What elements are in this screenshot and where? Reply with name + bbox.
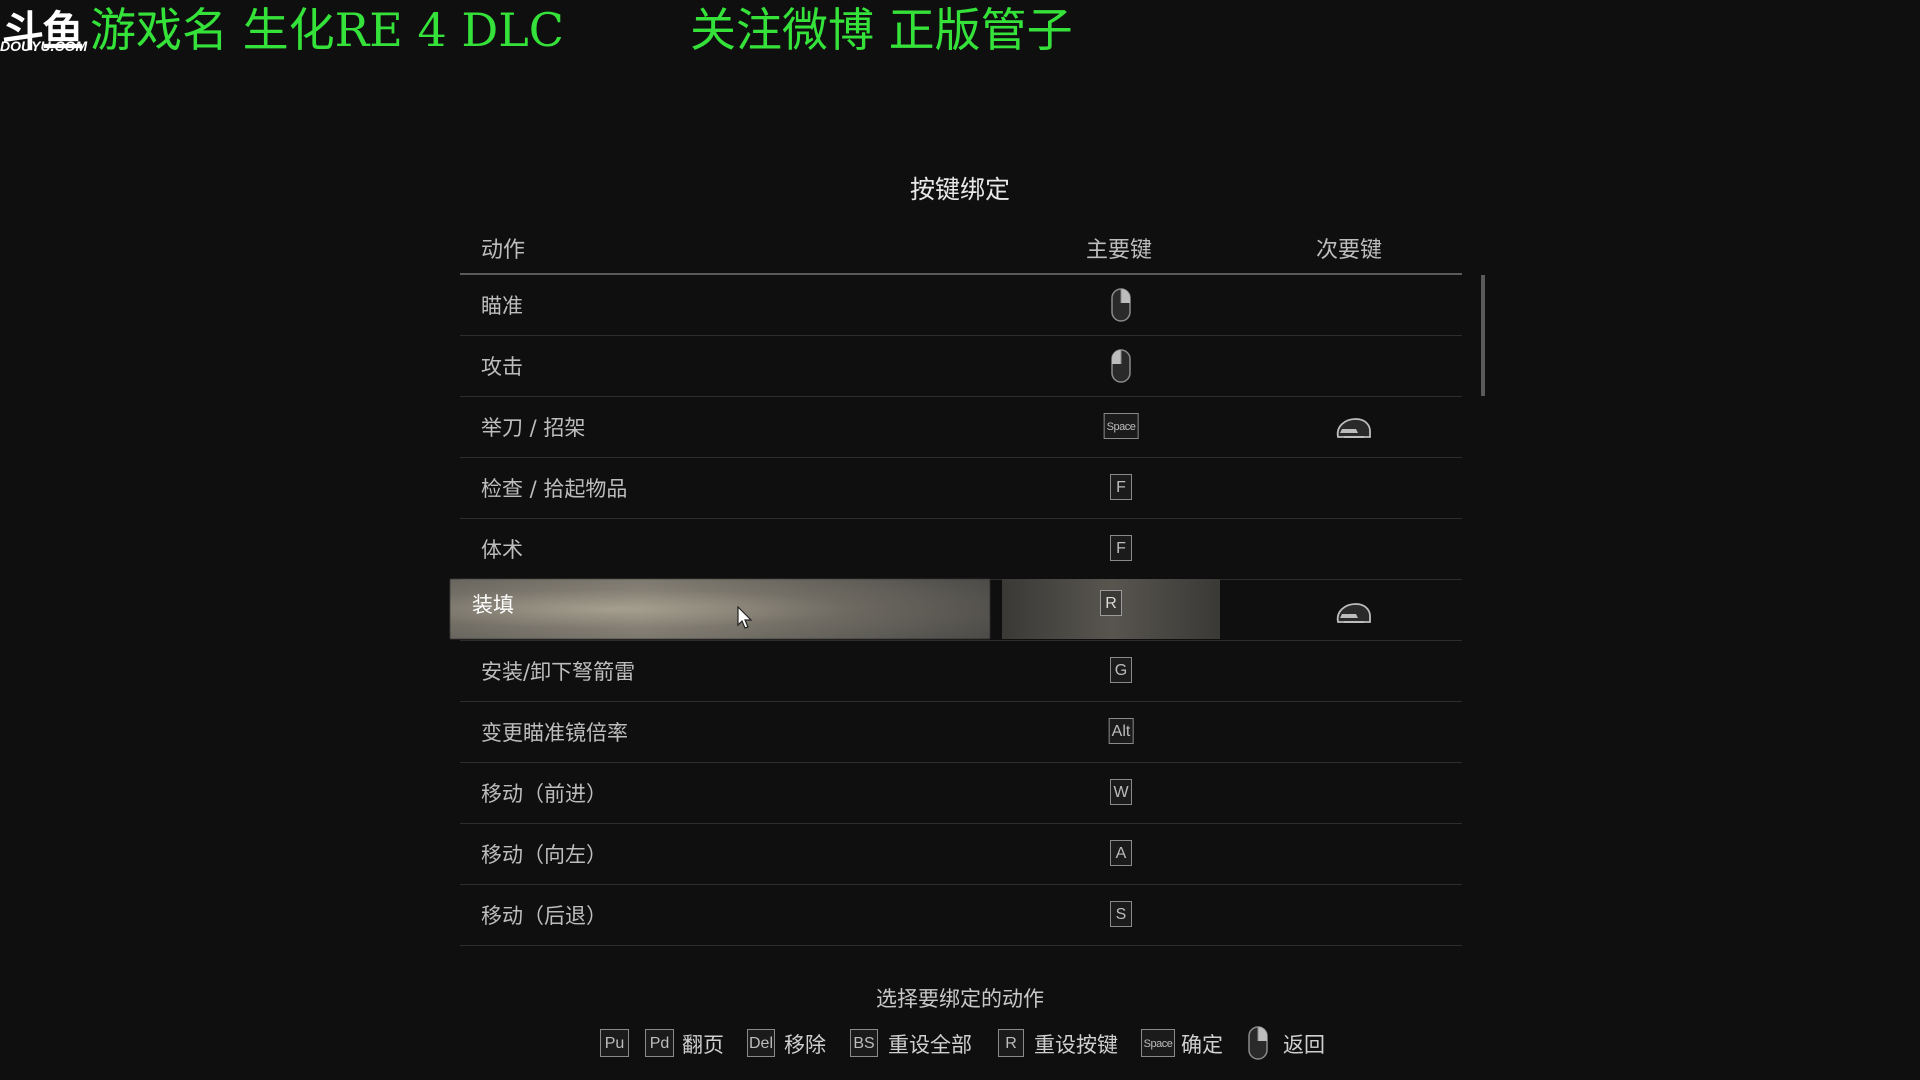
mouse-right-icon [1248,1026,1268,1060]
mouse-side-button-icon [1336,418,1371,438]
reset-key-label: 重设按键 [1034,1033,1118,1057]
column-header-primary: 主要键 [1086,238,1153,263]
key-backspace: BS [850,1029,878,1057]
keybinding-row[interactable]: 体术 F [460,519,1462,580]
keybinding-screen: 斗鱼 DOUYU.COM 游戏名 生化RE 4 DLC 关注微博 正版管子 按键… [0,0,1920,1080]
footer-controls: Pu Pd 翻页 Del 移除 BS 重设全部 R 重设按键 Space 确定 … [0,1026,1920,1060]
action-label: 装填 [472,593,514,617]
key-a: A [1110,840,1132,866]
key-r: R [998,1029,1024,1057]
keybinding-row[interactable]: 瞄准 [460,275,1462,336]
keybinding-row-selected[interactable]: 装填 R [450,579,1462,641]
footer-hint: 选择要绑定的动作 [876,987,1044,1011]
key-space: Space [1141,1029,1175,1057]
keybinding-row[interactable]: 移动（前进） W [460,763,1462,824]
action-label: 变更瞄准镜倍率 [481,721,628,745]
mouse-side-button-icon [1336,603,1371,623]
keybinding-row[interactable]: 检查 / 拾起物品 F [460,458,1462,519]
keybinding-row[interactable]: 安装/卸下弩箭雷 G [460,641,1462,702]
action-label: 检查 / 拾起物品 [481,477,628,501]
keybinding-row[interactable]: 变更瞄准镜倍率 Alt [460,702,1462,763]
reset-all-label: 重设全部 [888,1033,972,1057]
column-header-secondary: 次要键 [1316,238,1383,263]
keybinding-row[interactable]: 移动（后退） S [460,885,1462,946]
action-label: 移动（向左） [481,843,607,867]
keybinding-row[interactable]: 移动（向左） A [460,824,1462,885]
key-g: G [1110,657,1132,683]
key-r: R [1100,590,1122,616]
key-s: S [1110,901,1132,927]
action-label: 移动（前进） [481,782,607,806]
douyu-logo-en: DOUYU.COM [0,38,88,54]
confirm-label: 确定 [1181,1033,1223,1057]
key-alt: Alt [1108,718,1134,744]
key-page-up: Pu [600,1029,629,1057]
selection-highlight [450,579,990,639]
action-label: 安装/卸下弩箭雷 [481,660,636,684]
action-label: 移动（后退） [481,904,607,928]
mouse-left-icon [1111,349,1131,383]
stream-follow-text: 关注微博 正版管子 [690,3,1073,57]
remove-label: 移除 [784,1033,826,1057]
key-page-down: Pd [645,1029,674,1057]
page-title: 按键绑定 [909,175,1010,204]
keybinding-row[interactable]: 举刀 / 招架 Space [460,397,1462,458]
mouse-cursor-icon [737,606,753,629]
key-w: W [1110,779,1132,805]
key-delete: Del [747,1029,775,1057]
keybinding-list: 瞄准 攻击 举刀 / 招架 Space 检查 / 拾起物品 F 体术 F 装填 … [450,275,1462,946]
action-label: 体术 [481,538,523,562]
stream-game-title: 游戏名 生化RE 4 DLC [90,3,564,57]
page-label: 翻页 [682,1033,724,1057]
action-label: 举刀 / 招架 [481,416,586,440]
key-f: F [1110,535,1132,561]
douyu-logo: 斗鱼 DOUYU.COM [0,0,90,56]
key-f: F [1110,474,1132,500]
action-label: 瞄准 [481,294,523,318]
action-label: 攻击 [481,355,523,379]
mouse-right-icon [1111,288,1131,322]
scrollbar[interactable] [1481,275,1485,396]
column-header-action: 动作 [481,238,526,263]
back-label: 返回 [1283,1033,1325,1057]
key-space: Space [1103,413,1139,439]
keybinding-row[interactable]: 攻击 [460,336,1462,397]
